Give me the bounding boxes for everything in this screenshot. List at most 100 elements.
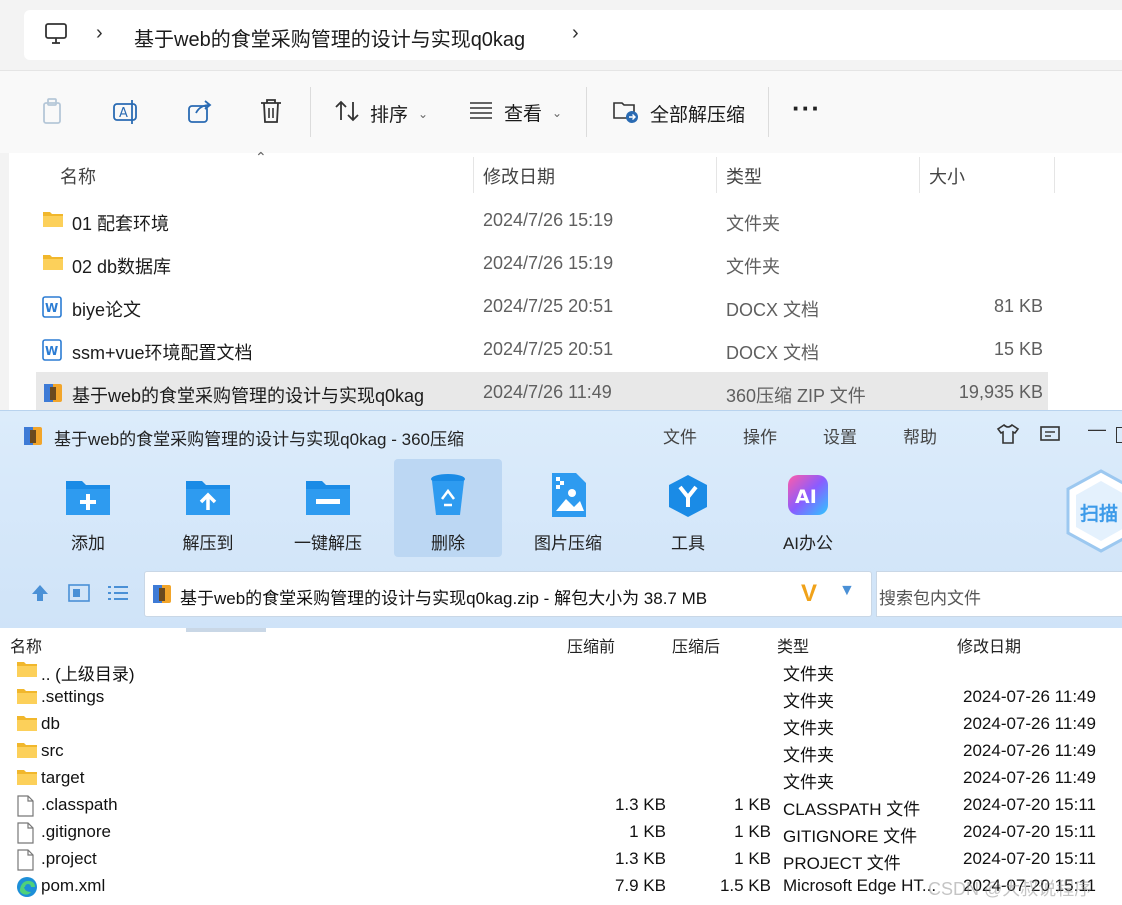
archive-item-size-before: 1.3 KB <box>614 849 666 868</box>
column-divider[interactable] <box>473 157 474 193</box>
archive-item-size-after: 1 KB <box>734 795 771 814</box>
archive-item-date: 2024-07-20 15:11 <box>963 822 1096 841</box>
file-name: 02 db数据库 <box>72 257 172 277</box>
file-date: 2024/7/26 15:19 <box>483 210 614 230</box>
one-click-extract-button[interactable]: 一键解压 <box>274 459 382 557</box>
file-icon <box>16 849 34 876</box>
file-date: 2024/7/26 11:49 <box>483 382 612 402</box>
tools-hexagon-icon <box>666 473 710 524</box>
delete-icon[interactable] <box>258 97 284 125</box>
archive-item-date: 2024-07-20 15:11 <box>963 795 1096 814</box>
ai-office-button[interactable]: AI AI办公 <box>754 459 862 557</box>
dropdown-triangle-icon[interactable]: ▼ <box>839 582 855 600</box>
column-header-name[interactable]: 名称 <box>60 163 96 189</box>
chevron-right-icon[interactable]: › <box>572 22 579 45</box>
v-badge-icon[interactable]: V <box>801 580 817 608</box>
archive-column-name[interactable]: 名称 <box>10 633 42 657</box>
column-divider[interactable] <box>919 157 920 193</box>
svg-text:AI: AI <box>795 486 817 508</box>
column-divider[interactable] <box>1054 157 1055 193</box>
archive-item-type: PROJECT 文件 <box>783 854 901 873</box>
archive-window-header: 基于web的食堂采购管理的设计与实现q0kag - 360压缩 文件 操作 设置… <box>0 410 1122 629</box>
archive-search-box[interactable]: 搜索包内文件 <box>876 571 1122 617</box>
archive-path-text: 基于web的食堂采购管理的设计与实现q0kag.zip - 解包大小为 38.7… <box>180 589 708 608</box>
share-icon[interactable] <box>186 97 214 125</box>
rename-icon[interactable]: A <box>112 97 142 127</box>
archive-column-before[interactable]: 压缩前 <box>567 633 615 657</box>
file-size: 81 KB <box>993 296 1043 316</box>
archive-column-date[interactable]: 修改日期 <box>957 633 1021 657</box>
ai-office-label: AI办公 <box>782 534 834 553</box>
archive-item-name: .project <box>41 849 97 868</box>
archive-item-size-after: 1.5 KB <box>719 876 771 895</box>
column-header-size[interactable]: 大小 <box>929 163 965 189</box>
file-row[interactable]: 基于web的食堂采购管理的设计与实现q0kag 2024/7/26 11:49 36… <box>36 372 1048 414</box>
extract-all-button[interactable]: 全部解压缩 <box>612 98 745 129</box>
sort-button[interactable]: 排序 ⌄ <box>334 99 428 128</box>
file-row[interactable]: Wbiye论文 2024/7/25 20:51 DOCX 文档 81 KB <box>36 286 1048 328</box>
menu-operation[interactable]: 操作 <box>743 423 777 448</box>
minimize-icon[interactable]: — <box>1088 419 1106 440</box>
archive-list-header: 名称 压缩前 压缩后 类型 修改日期 <box>0 628 1122 656</box>
copy-icon[interactable] <box>40 97 66 127</box>
archive-item-name: .. (上级目录) <box>41 665 135 684</box>
extract-folder-icon <box>612 98 640 129</box>
breadcrumb-current-folder[interactable]: 基于web的食堂采购管理的设计与实现q0kag <box>134 23 525 52</box>
file-row[interactable]: Wssm+vue环境配置文档 2024/7/25 20:51 DOCX 文档 15 K… <box>36 329 1048 371</box>
folder-icon <box>42 253 64 276</box>
file-row[interactable]: 02 db数据库 2024/7/26 15:19 文件夹 <box>36 243 1048 285</box>
file-type: DOCX 文档 <box>726 300 820 320</box>
thumbnail-view-icon[interactable] <box>68 584 90 607</box>
image-compress-label: 图片压缩 <box>534 534 602 553</box>
file-type: 文件夹 <box>726 257 780 277</box>
list-view-icon[interactable] <box>107 584 129 607</box>
archive-row[interactable]: .gitignore 1 KB 1 KB GITIGNORE 文件 2024-07-20… <box>0 819 1122 846</box>
archive-item-size-before: 1.3 KB <box>614 795 666 814</box>
file-type: DOCX 文档 <box>726 343 820 363</box>
more-options-icon[interactable]: ··· <box>792 93 821 124</box>
column-header-date[interactable]: 修改日期 <box>483 163 555 189</box>
archive-item-name: .classpath <box>41 795 118 814</box>
archive-column-type[interactable]: 类型 <box>777 633 809 657</box>
archive-item-size-before: 1 KB <box>629 822 666 841</box>
toolbar-separator <box>310 87 311 137</box>
archive-item-name: target <box>41 768 85 787</box>
add-button[interactable]: 添加 <box>34 459 142 557</box>
file-type: 360压缩 ZIP 文件 <box>726 386 866 406</box>
menu-help[interactable]: 帮助 <box>903 423 937 448</box>
archive-row[interactable]: .classpath 1.3 KB 1 KB CLASSPATH 文件 2024-07-… <box>0 792 1122 819</box>
archive-row[interactable]: .. (上级目录) 文件夹 <box>0 657 1122 684</box>
tools-button[interactable]: 工具 <box>634 459 742 557</box>
one-click-folder-icon <box>304 475 352 522</box>
archive-row[interactable]: src 文件夹 2024-07-26 11:49 <box>0 738 1122 765</box>
skin-shirt-icon[interactable] <box>996 423 1020 450</box>
file-name: 01 配套环境 <box>72 214 170 234</box>
archive-row[interactable]: .project 1.3 KB 1 KB PROJECT 文件 2024-07-20 1… <box>0 846 1122 873</box>
breadcrumb[interactable]: › 基于web的食堂采购管理的设计与实现q0kag › <box>24 10 1122 60</box>
chevron-right-icon[interactable]: › <box>96 22 103 45</box>
archive-row[interactable]: .settings 文件夹 2024-07-26 11:49 <box>0 684 1122 711</box>
menu-file[interactable]: 文件 <box>663 423 697 448</box>
archive-column-after[interactable]: 压缩后 <box>672 633 720 657</box>
maximize-icon[interactable] <box>1116 427 1122 443</box>
image-compress-button[interactable]: 图片压缩 <box>514 459 622 557</box>
file-row[interactable]: 01 配套环境 2024/7/26 15:19 文件夹 <box>36 200 1048 242</box>
column-divider[interactable] <box>716 157 717 193</box>
this-pc-icon[interactable] <box>44 23 68 50</box>
column-header-type[interactable]: 类型 <box>726 163 762 189</box>
archive-path-bar[interactable]: 基于web的食堂采购管理的设计与实现q0kag.zip - 解包大小为 38.7… <box>144 571 872 617</box>
archive-item-type: GITIGNORE 文件 <box>783 827 918 846</box>
folder-icon <box>16 714 38 737</box>
archive-row[interactable]: db 文件夹 2024-07-26 11:49 <box>0 711 1122 738</box>
extract-to-button[interactable]: 解压到 <box>154 459 262 557</box>
archive-row[interactable]: target 文件夹 2024-07-26 11:49 <box>0 765 1122 792</box>
scan-button[interactable]: 扫描 <box>1066 469 1122 553</box>
delete-button[interactable]: 删除 <box>394 459 502 557</box>
sort-label: 排序 <box>370 105 409 126</box>
feedback-icon[interactable] <box>1039 425 1061 450</box>
view-button[interactable]: 查看 ⌄ <box>468 99 562 126</box>
file-name: biye论文 <box>72 300 142 320</box>
up-arrow-icon[interactable] <box>30 583 50 608</box>
menu-settings[interactable]: 设置 <box>823 423 857 448</box>
extract-to-label: 解压到 <box>182 534 234 553</box>
